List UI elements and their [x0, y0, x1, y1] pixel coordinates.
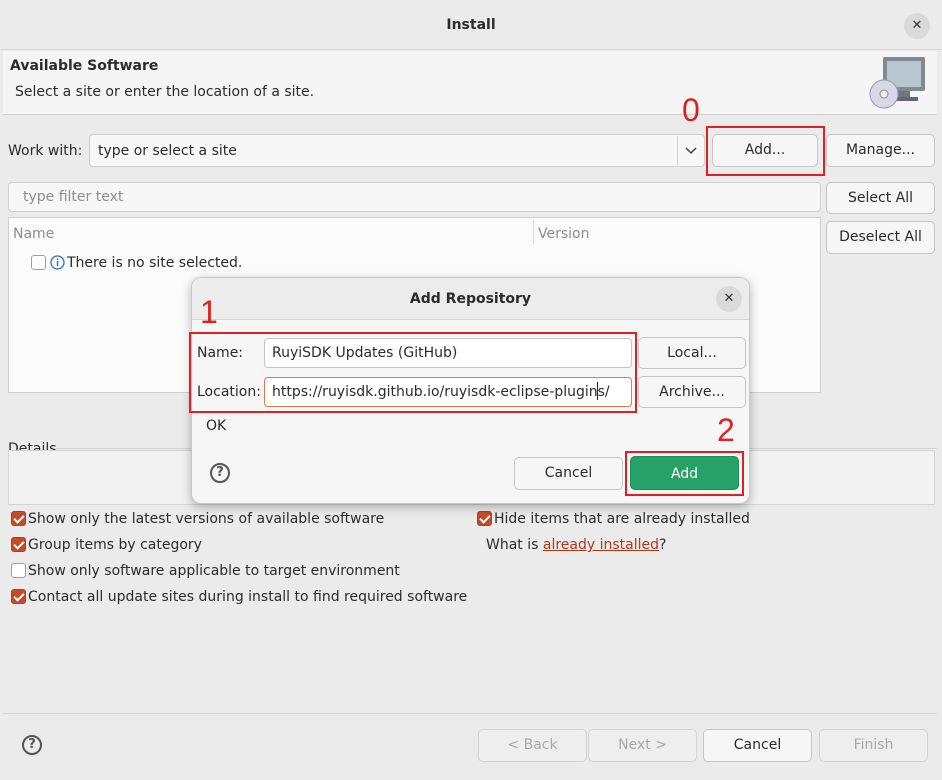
select-all-button[interactable]: Select All [826, 182, 935, 214]
what-is-prefix: What is [486, 537, 543, 553]
monitor-cd-icon [869, 57, 925, 109]
dialog-help-icon[interactable]: ? [210, 463, 230, 483]
work-with-label: Work with: [8, 143, 83, 159]
checkbox-group-by-category[interactable] [11, 537, 26, 552]
option-group-by-category[interactable]: Group items by category [28, 537, 202, 553]
help-icon[interactable]: ? [22, 735, 42, 755]
local-button[interactable]: Local... [638, 337, 746, 369]
already-installed-link[interactable]: already installed [543, 537, 659, 553]
close-icon[interactable]: ✕ [904, 13, 930, 39]
table-row-text: There is no site selected. [67, 255, 243, 271]
what-is-suffix: ? [659, 537, 667, 553]
annotation-box-fields [189, 332, 637, 413]
annotation-step-0: 0 [682, 92, 700, 128]
row-checkbox[interactable] [31, 255, 46, 270]
checkbox-hide-installed[interactable] [477, 511, 492, 526]
column-header-name[interactable]: Name [13, 226, 54, 242]
site-combo-value: type or select a site [98, 143, 237, 159]
column-divider [533, 220, 534, 244]
cancel-button[interactable]: Cancel [703, 729, 812, 762]
chevron-down-icon[interactable] [682, 141, 700, 159]
option-latest-versions[interactable]: Show only the latest versions of availab… [28, 511, 384, 527]
next-button[interactable]: Next > [588, 729, 697, 762]
window-title: Install [446, 17, 496, 33]
finish-button[interactable]: Finish [819, 729, 928, 762]
checkbox-contact-all-sites[interactable] [11, 589, 26, 604]
filter-placeholder: type filter text [23, 189, 124, 205]
annotation-box-add [706, 126, 825, 176]
annotation-step-2: 2 [717, 412, 735, 448]
column-header-version[interactable]: Version [538, 226, 589, 242]
combo-divider [677, 136, 678, 165]
info-icon [50, 255, 65, 270]
dialog-cancel-button[interactable]: Cancel [514, 457, 623, 490]
banner-description: Select a site or enter the location of a… [15, 84, 315, 100]
option-hide-installed[interactable]: Hide items that are already installed [494, 511, 750, 527]
dialog-status: OK [206, 418, 227, 434]
checkbox-latest-versions[interactable] [11, 511, 26, 526]
banner-title: Available Software [10, 58, 159, 74]
option-target-environment[interactable]: Show only software applicable to target … [28, 563, 400, 579]
footer-divider [3, 713, 937, 714]
option-contact-all-sites[interactable]: Contact all update sites during install … [28, 589, 467, 605]
what-is-installed-text: What is already installed? [486, 537, 666, 553]
back-button[interactable]: < Back [478, 729, 587, 762]
filter-input[interactable] [8, 182, 821, 212]
dialog-close-icon[interactable]: ✕ [716, 286, 742, 312]
checkbox-target-environment[interactable] [11, 563, 26, 578]
annotation-step-1: 1 [200, 294, 218, 330]
deselect-all-button[interactable]: Deselect All [826, 221, 935, 254]
archive-button[interactable]: Archive... [638, 376, 746, 408]
dialog-title: Add Repository [409, 291, 532, 307]
manage-sites-button[interactable]: Manage... [826, 134, 935, 167]
annotation-box-dialog-add [625, 451, 744, 496]
